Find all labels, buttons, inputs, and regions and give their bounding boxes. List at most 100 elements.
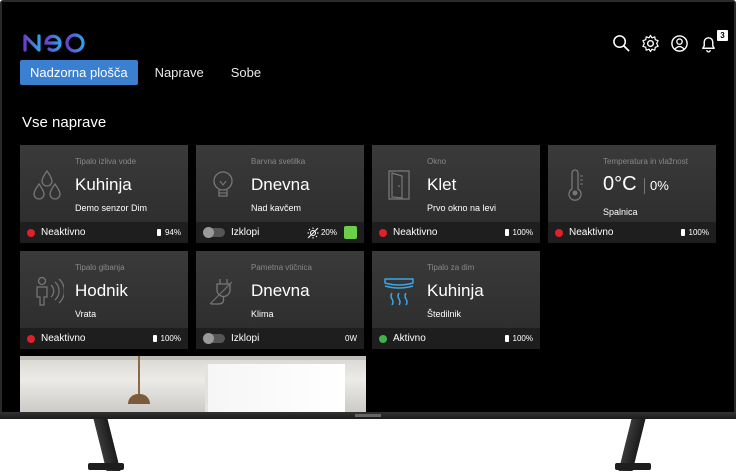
- device-status: Izklopi: [231, 227, 260, 238]
- battery-value: 100%: [512, 228, 533, 237]
- device-room: Kuhinja: [75, 175, 132, 194]
- card-footer: Izklopi 20%: [196, 222, 364, 243]
- device-card-smart-plug[interactable]: Pametna vtičnica Dnevna Klima Izklopi 0W: [196, 251, 364, 349]
- device-label: Spalnica: [603, 207, 638, 217]
- battery-value: 100%: [688, 228, 709, 237]
- card-footer: Neaktivno 94%: [20, 222, 188, 243]
- header-icons: 3: [612, 30, 728, 53]
- device-room: Klet: [427, 175, 457, 194]
- status-dot: [379, 228, 387, 237]
- device-room: Dnevna: [251, 281, 310, 300]
- search-icon[interactable]: [612, 34, 631, 53]
- tv-frame: Nadzorna plošča Naprave Sobe 3 Vse napra…: [0, 0, 736, 419]
- tv-brand-mark: [355, 414, 381, 417]
- battery-value: 100%: [160, 334, 181, 343]
- battery-level: 100%: [504, 228, 533, 237]
- device-card-smoke[interactable]: Tipalo za dim Kuhinja Štedilnik Aktivno …: [372, 251, 540, 349]
- battery-icon: [504, 335, 509, 342]
- tab-dashboard[interactable]: Nadzorna plošča: [20, 60, 138, 85]
- device-type: Barvna svetilka: [251, 157, 306, 166]
- device-type: Tipalo za dim: [427, 263, 475, 272]
- brightness-icon: [307, 227, 319, 238]
- color-swatch[interactable]: [344, 226, 357, 239]
- battery-value: 94%: [164, 228, 181, 237]
- card-footer: Izklopi 0W: [196, 328, 364, 349]
- card-footer: Neaktivno 100%: [20, 328, 188, 349]
- tab-rooms[interactable]: Sobe: [221, 60, 271, 85]
- device-card-color-lamp[interactable]: Barvna svetilka Dnevna Nad kavčem Izklop…: [196, 145, 364, 243]
- device-label: Demo senzor Dim: [75, 203, 148, 213]
- notification-badge: 3: [717, 30, 728, 41]
- device-label: Štedilnik: [427, 309, 462, 319]
- tv-stand-foot-left: [88, 463, 124, 470]
- tab-devices[interactable]: Naprave: [145, 60, 214, 85]
- device-type: Tipalo izliva vode: [75, 157, 137, 166]
- status-dot: [27, 334, 35, 343]
- battery-icon: [152, 335, 157, 342]
- camera-preview[interactable]: [20, 356, 366, 412]
- battery-level: 100%: [680, 228, 709, 237]
- camera-window-view: [205, 364, 345, 412]
- device-card-water-leak[interactable]: Tipalo izliva vode Kuhinja Demo senzor D…: [20, 145, 188, 243]
- battery-level: 100%: [504, 334, 533, 343]
- device-status: Neaktivno: [41, 333, 86, 344]
- battery-value: 100%: [512, 334, 533, 343]
- device-status: Neaktivno: [569, 227, 614, 238]
- camera-lamp-cord: [138, 356, 140, 396]
- device-type: Pametna vtičnica: [251, 263, 312, 272]
- device-card-motion[interactable]: Tipalo gibanja Hodnik Vrata Neaktivno 10…: [20, 251, 188, 349]
- device-room: Hodnik: [75, 281, 128, 300]
- device-type: Temperatura in vlažnost: [603, 157, 688, 166]
- device-label: Nad kavčem: [251, 203, 302, 213]
- battery-level: 94%: [156, 228, 181, 237]
- card-footer: Neaktivno 100%: [372, 222, 540, 243]
- neo-logo: [22, 30, 88, 54]
- battery-icon: [504, 229, 509, 236]
- gear-icon[interactable]: [641, 34, 660, 53]
- device-card-window[interactable]: Okno Klet Prvo okno na levi Neaktivno 10…: [372, 145, 540, 243]
- status-dot: [379, 334, 387, 343]
- device-room: Kuhinja: [427, 281, 484, 300]
- device-type: Tipalo gibanja: [75, 263, 125, 272]
- device-status: Neaktivno: [41, 227, 86, 238]
- device-room: Dnevna: [251, 175, 310, 194]
- card-footer: Aktivno 100%: [372, 328, 540, 349]
- device-label: Prvo okno na levi: [427, 203, 497, 213]
- status-dot: [27, 228, 35, 237]
- power-toggle[interactable]: [203, 333, 225, 344]
- plug-icon: [206, 273, 240, 309]
- device-type: Okno: [427, 157, 447, 166]
- humidity-value: 0%: [650, 178, 669, 193]
- device-label: Klima: [251, 309, 274, 319]
- device-card-temp-humidity[interactable]: Temperatura in vlažnost 0°C 0% Spalnica …: [548, 145, 716, 243]
- door-icon: [382, 167, 416, 203]
- motion-person-icon: [30, 273, 65, 309]
- divider: [644, 178, 645, 194]
- bulb-icon: [206, 167, 240, 203]
- camera-lamp-shade: [128, 394, 150, 404]
- bell-icon[interactable]: 3: [699, 30, 728, 53]
- battery-icon: [156, 229, 161, 236]
- thermometer-icon: [558, 167, 592, 203]
- card-footer: Neaktivno 100%: [548, 222, 716, 243]
- battery-icon: [680, 229, 685, 236]
- status-dot: [555, 228, 563, 237]
- section-title: Vse naprave: [22, 114, 107, 131]
- device-label: Vrata: [75, 309, 97, 319]
- account-icon[interactable]: [670, 34, 689, 53]
- brightness: 20%: [307, 226, 357, 239]
- device-status: Neaktivno: [393, 227, 438, 238]
- water-drops-icon: [30, 167, 64, 203]
- camera-frame-edge: [20, 356, 366, 360]
- smoke-detector-icon: [382, 273, 416, 309]
- device-status: Izklopi: [231, 333, 260, 344]
- temperature-value: 0°C: [603, 173, 637, 195]
- power-toggle[interactable]: [203, 227, 225, 238]
- main-tabs: Nadzorna plošča Naprave Sobe: [20, 60, 278, 85]
- tv-screen: Nadzorna plošča Naprave Sobe 3 Vse napra…: [2, 2, 734, 412]
- tv-stand-foot-right: [615, 463, 651, 470]
- power-value: 0W: [345, 334, 357, 343]
- power-reading: 0W: [345, 334, 357, 343]
- brightness-value: 20%: [320, 228, 337, 237]
- device-status: Aktivno: [393, 333, 426, 344]
